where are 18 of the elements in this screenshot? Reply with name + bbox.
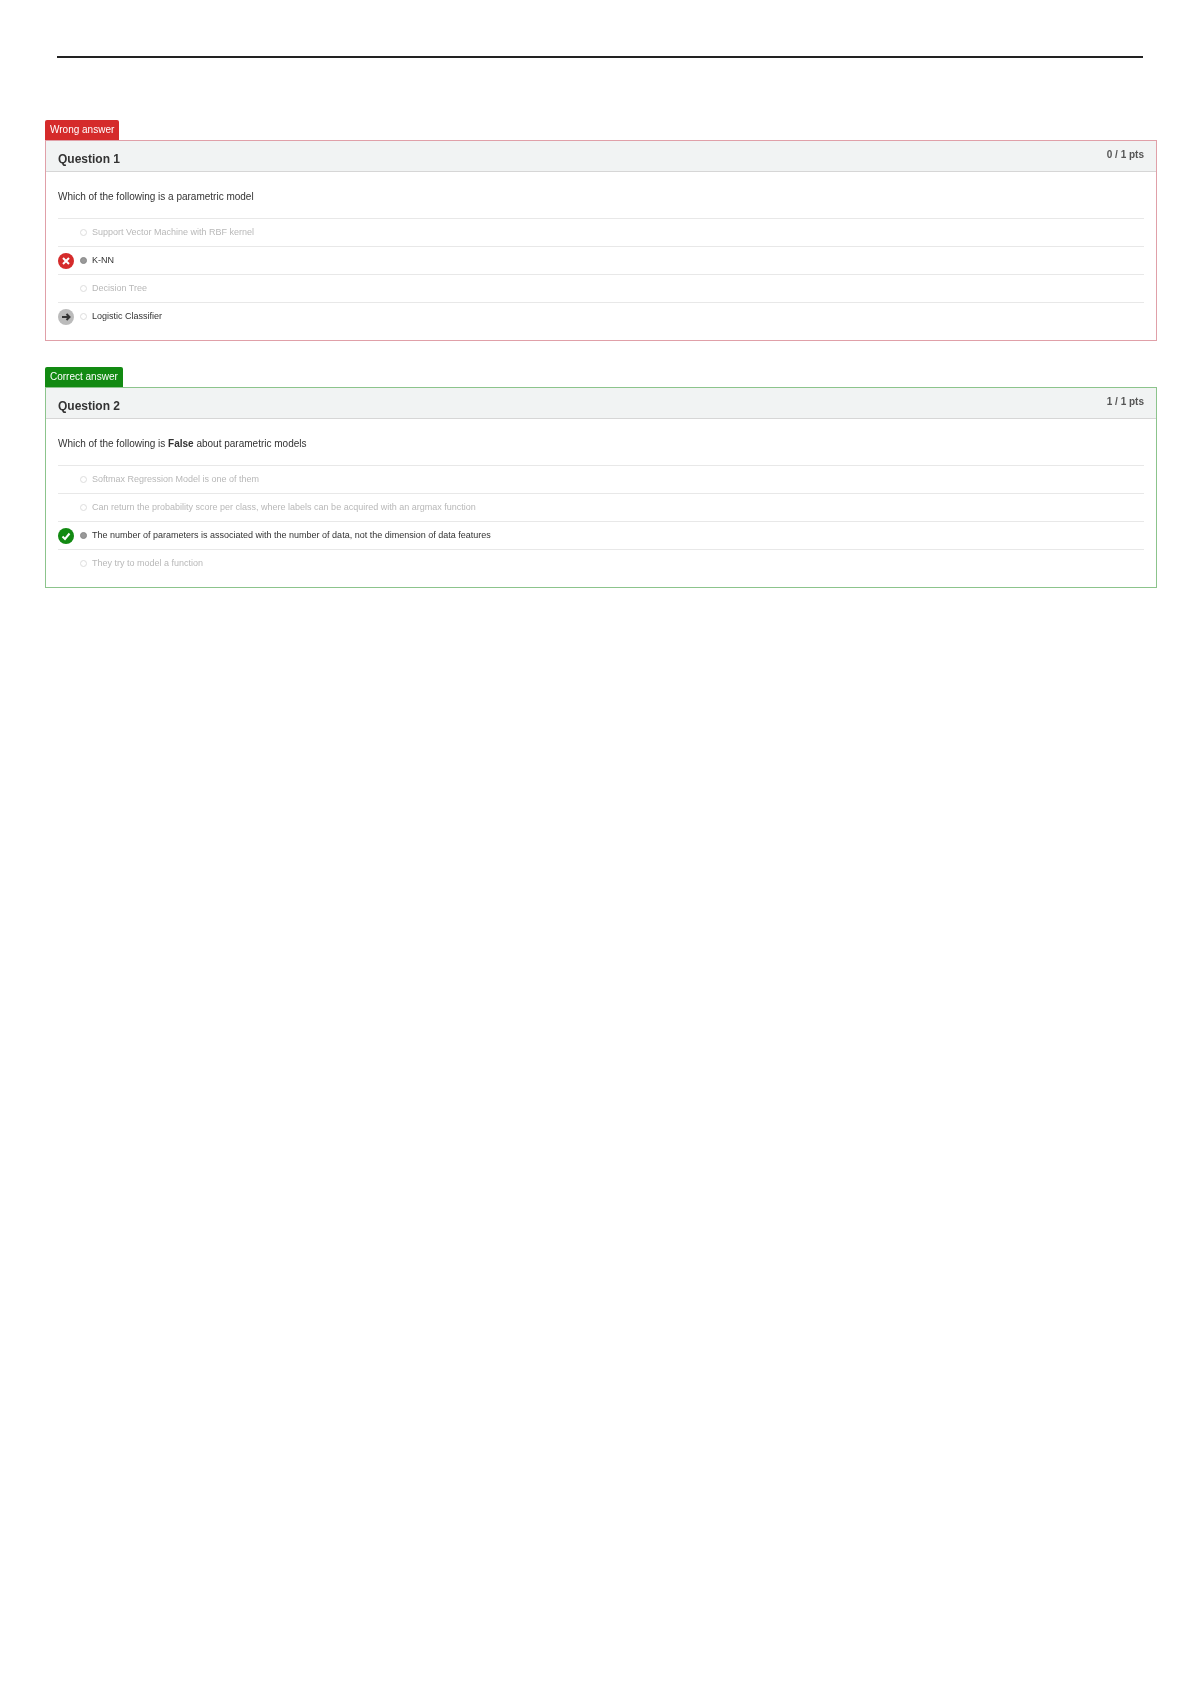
check-icon	[58, 527, 74, 544]
answer-text: Softmax Regression Model is one of them	[92, 472, 260, 486]
question-text: Which of the following is False about parametric models	[58, 437, 308, 451]
question-title: Question 2	[58, 398, 120, 415]
result-badge: Correct answer	[45, 367, 123, 387]
points-score: 0 / 1 pts	[1106, 148, 1144, 162]
question-text: Which of the following is a parametric model	[58, 190, 255, 204]
answer-text: Logistic Classifier	[92, 309, 163, 323]
radio-button[interactable]	[80, 532, 87, 539]
cross-icon	[58, 252, 74, 269]
points-score: 1 / 1 pts	[1106, 395, 1144, 409]
question-title: Question 1	[58, 151, 120, 168]
answer-text: Support Vector Machine with RBF kernel	[92, 225, 255, 239]
result-badge: Wrong answer	[45, 120, 120, 140]
radio-button[interactable]	[80, 257, 87, 264]
answer-text: Decision Tree	[92, 281, 148, 295]
answer-text: The number of parameters is associated with the number of data, not the dimension of data features	[92, 528, 491, 542]
answer-text: K-NN	[92, 253, 114, 267]
